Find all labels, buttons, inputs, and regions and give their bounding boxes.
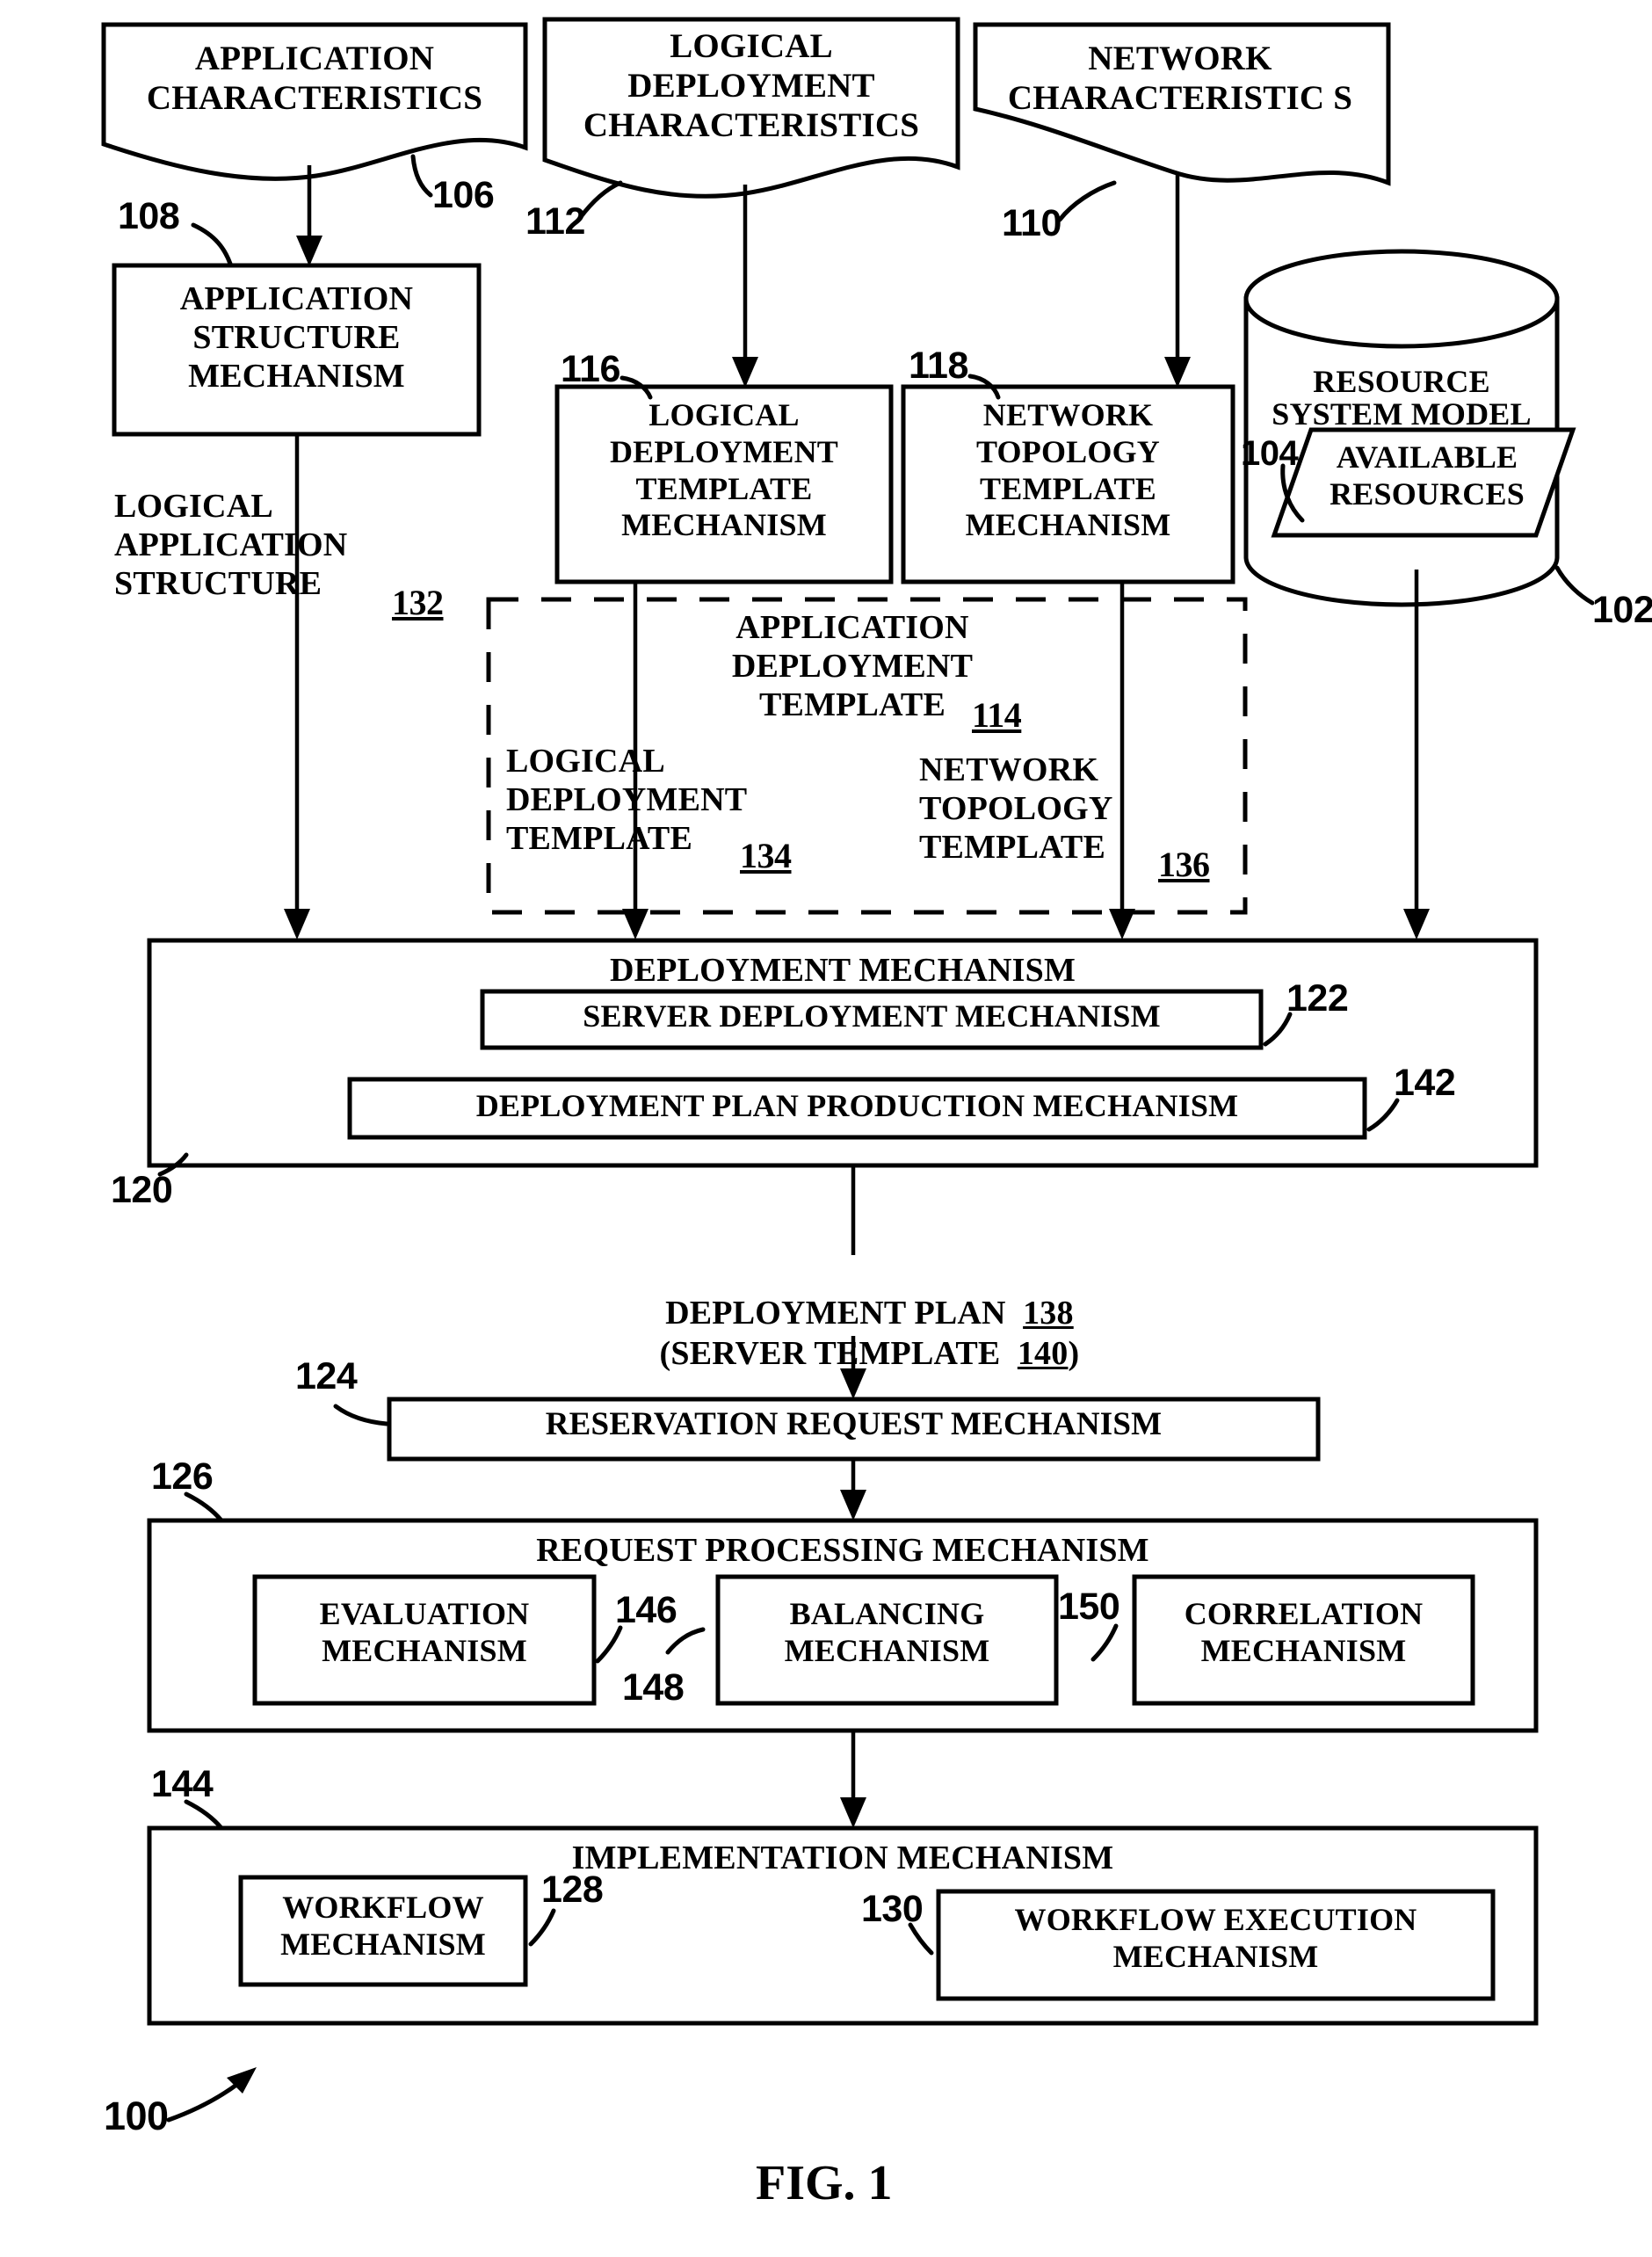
- reservation-request-mechanism-label: RESERVATION REQUEST MECHANISM: [545, 1406, 1163, 1442]
- application-structure-mechanism-label: APPLICATION STRUCTURE MECHANISM: [179, 280, 414, 396]
- deployment-plan-production-mechanism-label: DEPLOYMENT PLAN PRODUCTION MECHANISM: [475, 1088, 1239, 1123]
- patent-figure: APPLICATION CHARACTERISTICS 106 LOGICAL DE…: [0, 0, 1652, 2257]
- available-resources-label: AVAILABLE RESOURCES: [1330, 439, 1525, 512]
- ref-110: 110: [1002, 202, 1061, 244]
- correlation-mechanism-label: CORRELATION MECHANISM: [1184, 1596, 1424, 1668]
- ref-136: 136: [1158, 845, 1210, 884]
- leader-102: [1554, 565, 1595, 606]
- logical-deployment-template-mechanism-label: LOGICAL DEPLOYMENT TEMPLATE MECHANISM: [609, 397, 838, 543]
- arrow-network-characteristics-to-ntt-mechanism: [1164, 172, 1191, 388]
- ref-122: 122: [1286, 977, 1349, 1020]
- resource-system-model-label: RESOURCE SYSTEM MODEL: [1272, 364, 1532, 432]
- workflow-mechanism-label: WORKFLOW MECHANISM: [280, 1890, 486, 1962]
- leader-124: [333, 1404, 389, 1426]
- ref-148: 148: [622, 1666, 685, 1709]
- ref-118: 118: [909, 345, 968, 387]
- arrow-logical-deployment-characteristics-to-ldt-mechanism: [732, 185, 758, 388]
- ref-134: 134: [740, 836, 792, 875]
- application-characteristics-label: APPLICATION CHARACTERISTICS: [146, 40, 483, 118]
- ref-144: 144: [151, 1763, 214, 1805]
- server-template-close: ): [1068, 1335, 1080, 1373]
- network-topology-template-mechanism-label: NETWORK TOPOLOGY TEMPLATE MECHANISM: [965, 397, 1171, 543]
- ref-108: 108: [118, 195, 180, 237]
- leader-110: [1057, 180, 1117, 222]
- evaluation-mechanism-label: EVALUATION MECHANISM: [319, 1596, 530, 1668]
- implementation-mechanism-label: IMPLEMENTATION MECHANISM: [571, 1840, 1114, 1876]
- balancing-mechanism-label: BALANCING MECHANISM: [784, 1596, 990, 1668]
- workflow-execution-mechanism-label: WORKFLOW EXECUTION MECHANISM: [1014, 1902, 1417, 1974]
- ref-140: 140: [1017, 1335, 1069, 1373]
- ref-132: 132: [392, 583, 444, 622]
- network-characteristics-label: NETWORK CHARACTERISTIC S: [1007, 40, 1353, 118]
- ref-126: 126: [151, 1455, 214, 1498]
- ref-150: 150: [1058, 1586, 1120, 1628]
- leader-100-arrow: [166, 2067, 257, 2123]
- server-template-label: (SERVER TEMPLATE 140): [562, 1295, 1142, 1412]
- ref-100: 100: [104, 2094, 169, 2138]
- leader-106: [410, 154, 433, 198]
- ref-120: 120: [111, 1169, 173, 1211]
- ref-112: 112: [525, 200, 585, 243]
- ref-104: 104: [1241, 434, 1299, 473]
- arrow-request-processing-to-implementation: [840, 1731, 866, 1828]
- arrow-resource-system-model-to-deployment-mechanism: [1403, 570, 1430, 940]
- ref-114: 114: [972, 695, 1022, 735]
- leader-108: [191, 222, 233, 266]
- ref-130: 130: [861, 1888, 924, 1930]
- ref-116: 116: [561, 348, 620, 390]
- arrow-app-characteristics-to-app-structure: [296, 165, 322, 266]
- server-template-text: (SERVER TEMPLATE: [659, 1335, 1001, 1373]
- ref-106: 106: [432, 174, 495, 216]
- ref-124: 124: [295, 1355, 358, 1397]
- server-deployment-mechanism-label: SERVER DEPLOYMENT MECHANISM: [583, 998, 1161, 1034]
- logical-deployment-characteristics-label: LOGICAL DEPLOYMENT CHARACTERISTICS: [583, 27, 920, 145]
- ref-102: 102: [1592, 589, 1652, 631]
- leader-112: [577, 180, 623, 221]
- ref-128: 128: [541, 1869, 604, 1911]
- ref-142: 142: [1394, 1062, 1456, 1104]
- arrow-reservation-request-to-request-processing: [840, 1459, 866, 1520]
- request-processing-mechanism-label: REQUEST PROCESSING MECHANISM: [536, 1532, 1149, 1569]
- ref-146: 146: [615, 1589, 677, 1631]
- figure-caption: FIG. 1: [756, 2156, 893, 2210]
